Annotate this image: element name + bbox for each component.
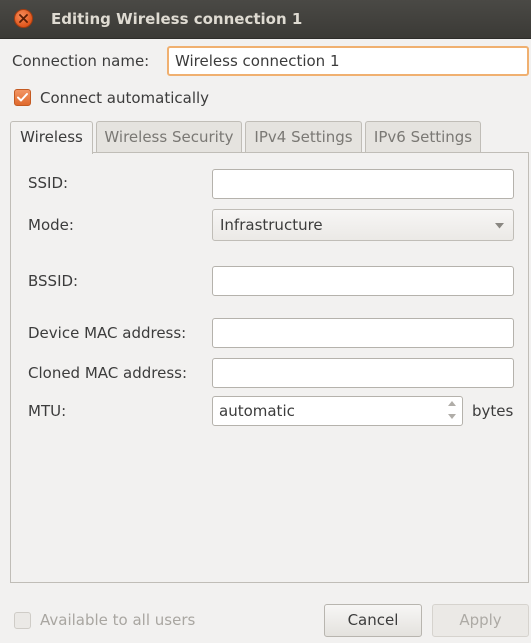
mtu-unit-label: bytes bbox=[472, 402, 514, 420]
mtu-label: MTU: bbox=[28, 402, 67, 420]
available-to-all-users-checkbox[interactable] bbox=[14, 612, 31, 629]
tab-wireless-security[interactable]: Wireless Security bbox=[96, 121, 242, 153]
title-bar: Editing Wireless connection 1 bbox=[0, 0, 531, 39]
device-mac-label: Device MAC address: bbox=[28, 324, 187, 342]
tab-ipv6-settings[interactable]: IPv6 Settings bbox=[365, 121, 481, 153]
mode-dropdown[interactable]: Infrastructure bbox=[212, 209, 514, 241]
connection-name-input[interactable] bbox=[167, 46, 529, 76]
ssid-input[interactable] bbox=[212, 169, 514, 199]
cloned-mac-input[interactable] bbox=[212, 358, 514, 388]
connect-automatically-label[interactable]: Connect automatically bbox=[40, 89, 209, 107]
bssid-label: BSSID: bbox=[28, 272, 79, 290]
check-icon bbox=[17, 93, 28, 102]
spin-up-icon[interactable] bbox=[448, 401, 456, 407]
mode-label: Mode: bbox=[28, 216, 74, 234]
cancel-button[interactable]: Cancel bbox=[324, 604, 422, 637]
spin-down-icon[interactable] bbox=[448, 414, 456, 420]
bssid-input[interactable] bbox=[212, 266, 514, 296]
tab-ipv4-settings[interactable]: IPv4 Settings bbox=[245, 121, 362, 153]
connection-name-label: Connection name: bbox=[12, 52, 150, 70]
window-title: Editing Wireless connection 1 bbox=[51, 10, 303, 28]
cloned-mac-label: Cloned MAC address: bbox=[28, 364, 188, 382]
ssid-label: SSID: bbox=[28, 174, 69, 192]
chevron-down-icon bbox=[495, 223, 504, 229]
tab-wireless[interactable]: Wireless bbox=[10, 121, 93, 154]
apply-button[interactable]: Apply bbox=[432, 604, 529, 637]
device-mac-input[interactable] bbox=[212, 318, 514, 348]
close-icon[interactable] bbox=[14, 9, 33, 28]
available-to-all-users-label[interactable]: Available to all users bbox=[40, 611, 195, 629]
connect-automatically-checkbox[interactable] bbox=[14, 89, 31, 106]
mtu-spinbutton[interactable] bbox=[212, 396, 463, 426]
mode-dropdown-value: Infrastructure bbox=[220, 216, 323, 234]
